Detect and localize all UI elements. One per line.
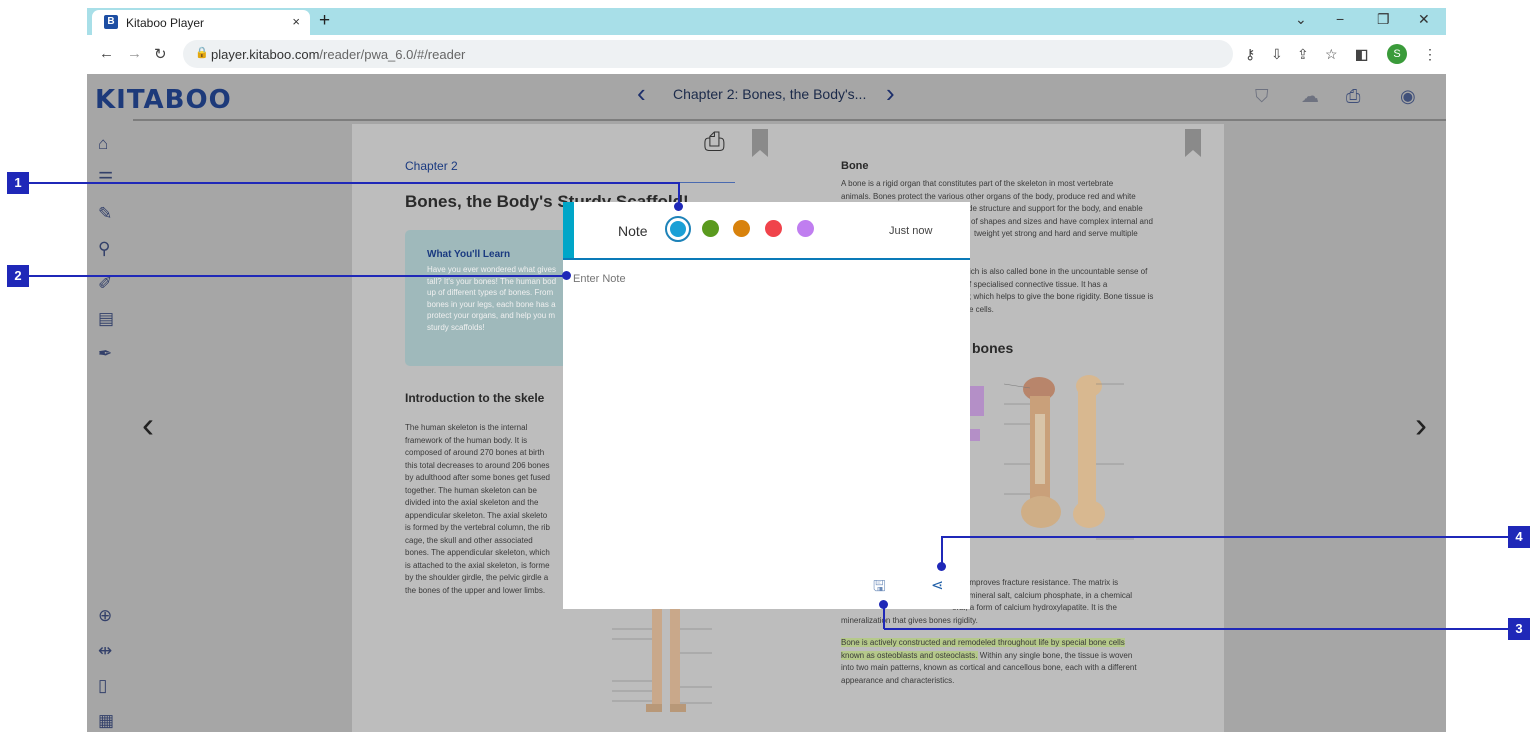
highlighter-icon[interactable]: ✐ bbox=[98, 274, 112, 294]
bone-heading: Bone bbox=[841, 160, 869, 172]
color-swatch-orange[interactable] bbox=[733, 220, 750, 237]
callout-pin-4 bbox=[937, 562, 946, 571]
callout-line-2 bbox=[29, 275, 566, 277]
next-chapter-icon[interactable]: › bbox=[886, 78, 895, 109]
tab-search-icon[interactable]: ⌄ bbox=[1295, 11, 1307, 28]
chapter-label: Chapter 2 bbox=[405, 159, 458, 173]
address-bar-row: ← → ↻ 🔒 player.kitaboo.com/reader/pwa_6.… bbox=[87, 35, 1446, 74]
profile-avatar[interactable]: S bbox=[1387, 44, 1407, 64]
cloud-upload-icon[interactable]: ☁ bbox=[1301, 86, 1319, 107]
callout-badge-3: 3 bbox=[1508, 618, 1530, 640]
restore-icon[interactable]: ❐ bbox=[1377, 11, 1390, 28]
bone-para2: ich is also called bone in the uncountab… bbox=[969, 267, 1154, 314]
share-note-icon[interactable]: ⋖ bbox=[931, 576, 944, 594]
home-icon[interactable]: ⌂ bbox=[98, 134, 108, 154]
highlight-mark-purple bbox=[970, 386, 984, 416]
intro-text: The human skeleton is the internal frame… bbox=[405, 423, 550, 595]
save-note-icon[interactable]: 🖫 bbox=[873, 576, 886, 601]
url-path: /reader/pwa_6.0/#/reader bbox=[319, 47, 466, 62]
pen-icon[interactable]: ✒ bbox=[98, 344, 112, 364]
note-timestamp: Just now bbox=[889, 225, 933, 237]
table-of-contents-icon[interactable]: ☰ bbox=[98, 169, 113, 189]
learn-box-title: What You'll Learn bbox=[427, 249, 511, 260]
bones-subheading: bones bbox=[972, 340, 1014, 356]
print-icon[interactable]: ⎙ bbox=[1346, 86, 1360, 107]
page-icon[interactable]: ▯ bbox=[98, 676, 107, 696]
callout-line-1 bbox=[29, 182, 679, 184]
note-popup: Note Just now 🖫 ⋖ bbox=[563, 202, 970, 609]
user-profile-icon[interactable]: ◉ bbox=[1400, 86, 1416, 107]
reload-icon[interactable]: ↻ bbox=[154, 45, 167, 63]
browser-menu-icon[interactable]: ⋮ bbox=[1423, 46, 1437, 63]
callout-badge-2: 2 bbox=[7, 265, 29, 287]
header-divider bbox=[133, 119, 1446, 121]
bookmark-star-icon[interactable]: ☆ bbox=[1325, 46, 1338, 63]
back-arrow-icon[interactable]: ← bbox=[99, 45, 114, 62]
callout-badge-1: 1 bbox=[7, 172, 29, 194]
bookmark-icon[interactable] bbox=[752, 129, 768, 157]
minimize-icon[interactable]: − bbox=[1336, 11, 1344, 27]
intro-heading: Introduction to the skele bbox=[405, 391, 545, 405]
color-swatch-purple[interactable] bbox=[797, 220, 814, 237]
color-swatch-blue[interactable] bbox=[665, 216, 691, 242]
color-swatch-green[interactable] bbox=[702, 220, 719, 237]
share-page-icon[interactable]: ⇪ bbox=[1297, 46, 1309, 63]
teacher-icon[interactable]: ⛉ bbox=[1255, 86, 1269, 107]
search-icon[interactable]: ⚲ bbox=[98, 239, 110, 259]
forward-arrow-icon[interactable]: → bbox=[127, 45, 142, 62]
bookmark-right-icon[interactable] bbox=[1185, 129, 1201, 157]
window-close-icon[interactable]: ✕ bbox=[1418, 11, 1430, 28]
callout-badge-4: 4 bbox=[1508, 526, 1530, 548]
callout-pin-3 bbox=[879, 600, 888, 609]
browser-window: B Kitaboo Player × + ⌄ − ❐ ✕ ← → ↻ 🔒 pla… bbox=[87, 8, 1446, 732]
note-accent-bar bbox=[563, 202, 574, 258]
color-swatch-red[interactable] bbox=[765, 220, 782, 237]
new-tab-button[interactable]: + bbox=[319, 10, 330, 32]
install-app-icon[interactable]: ⇩ bbox=[1271, 46, 1283, 63]
note-input[interactable] bbox=[573, 264, 958, 294]
thumbnails-grid-icon[interactable]: ▦ bbox=[98, 711, 114, 731]
notes-list-icon[interactable]: ✎ bbox=[98, 204, 112, 224]
notebook-icon[interactable]: ▤ bbox=[98, 309, 114, 329]
skeleton-legs-figure bbox=[612, 609, 712, 712]
kitaboo-logo: KITABOO bbox=[95, 85, 232, 115]
next-page-icon[interactable]: › bbox=[1415, 404, 1427, 446]
lock-icon: 🔒 bbox=[195, 47, 209, 59]
url-bar[interactable]: 🔒 player.kitaboo.com/reader/pwa_6.0/#/re… bbox=[183, 40, 1233, 68]
prev-page-icon[interactable]: ‹ bbox=[142, 404, 154, 446]
kitaboo-favicon: B bbox=[104, 15, 118, 29]
femur-diagram bbox=[1003, 375, 1134, 540]
tab-close-button[interactable]: × bbox=[292, 14, 300, 29]
callout-pin-2 bbox=[562, 271, 571, 280]
callout-line-4b bbox=[941, 536, 943, 564]
tab-title: Kitaboo Player bbox=[126, 16, 205, 30]
bone-para3: gen improves fracture resistance. The ma… bbox=[952, 578, 1133, 600]
zoom-in-icon[interactable]: ⊕ bbox=[98, 606, 112, 626]
prev-chapter-icon[interactable]: ‹ bbox=[637, 78, 646, 109]
tab-strip: B Kitaboo Player × + ⌄ − ❐ ✕ bbox=[87, 8, 1446, 35]
callout-line-4 bbox=[941, 536, 1508, 538]
note-label: Note bbox=[618, 223, 648, 239]
highlighted-passage[interactable]: Bone is actively constructed and remodel… bbox=[841, 637, 1137, 687]
fit-width-icon[interactable]: ⇹ bbox=[98, 641, 112, 661]
callout-line-1b bbox=[678, 182, 680, 204]
key-icon[interactable]: ⚷ bbox=[1245, 46, 1255, 63]
highlight-mark-purple-2 bbox=[970, 429, 980, 441]
note-header-divider bbox=[563, 258, 970, 260]
side-panel-icon[interactable]: ◧ bbox=[1355, 46, 1368, 63]
callout-line-3 bbox=[884, 628, 1508, 630]
browser-tab[interactable]: B Kitaboo Player × bbox=[92, 10, 310, 35]
url-host: player.kitaboo.com bbox=[211, 47, 320, 62]
callout-pin-1 bbox=[674, 202, 683, 211]
page-print-icon[interactable]: ⎙ bbox=[704, 126, 725, 158]
chapter-title: Chapter 2: Bones, the Body's... bbox=[673, 86, 867, 102]
